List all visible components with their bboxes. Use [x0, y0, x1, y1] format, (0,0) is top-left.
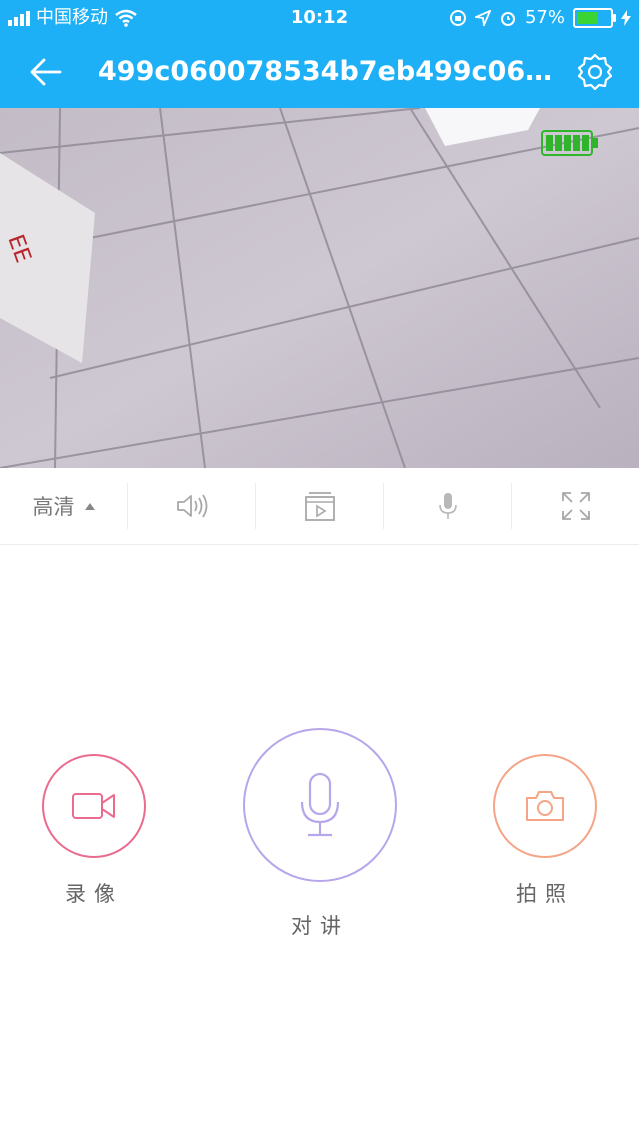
charging-icon — [621, 10, 631, 26]
rotation-lock-icon — [449, 10, 466, 26]
fullscreen-icon — [561, 492, 590, 520]
battery-full-icon — [541, 130, 598, 156]
action-area: 录像 对讲 拍照 — [0, 720, 639, 940]
record-button[interactable] — [42, 754, 146, 858]
nav-bar: 499c060078534b7eb499c060... — [0, 36, 639, 108]
camera-video-feed[interactable]: EE — [0, 108, 639, 468]
caret-up-icon — [84, 502, 95, 510]
talk-label: 对讲 — [291, 914, 349, 938]
playback-button[interactable] — [255, 483, 383, 529]
app-header: 中国移动 10:12 57% 499c060078534b7eb499c060.… — [0, 0, 639, 108]
fullscreen-button[interactable] — [511, 483, 639, 529]
gear-icon[interactable] — [575, 52, 615, 92]
video-playback-icon — [304, 492, 335, 521]
alarm-icon — [500, 12, 515, 26]
ceiling-view-image: EE — [0, 108, 639, 468]
photo-button[interactable] — [493, 754, 597, 858]
speaker-icon — [176, 494, 207, 518]
talk-action: 对讲 — [243, 728, 397, 940]
device-title: 499c060078534b7eb499c060... — [98, 56, 558, 87]
sound-button[interactable] — [127, 483, 255, 529]
record-action: 录像 — [42, 754, 146, 908]
photo-label: 拍照 — [516, 882, 574, 906]
mic-button[interactable] — [383, 483, 511, 529]
video-camera-icon — [72, 793, 115, 819]
battery-icon — [573, 8, 616, 28]
talk-button[interactable] — [243, 728, 397, 882]
quality-label: 高清 — [32, 495, 75, 519]
quality-selector[interactable]: 高清 — [0, 483, 127, 529]
microphone-icon — [438, 493, 457, 519]
arrow-left-icon[interactable] — [26, 52, 66, 92]
location-icon — [474, 10, 491, 26]
photo-action: 拍照 — [493, 754, 597, 908]
video-toolbar: 高清 — [0, 468, 639, 545]
status-bar: 中国移动 10:12 57% — [0, 0, 639, 36]
microphone-icon — [300, 772, 340, 837]
record-label: 录像 — [65, 882, 123, 906]
battery-percent: 57% — [524, 7, 565, 28]
camera-icon — [526, 791, 564, 821]
